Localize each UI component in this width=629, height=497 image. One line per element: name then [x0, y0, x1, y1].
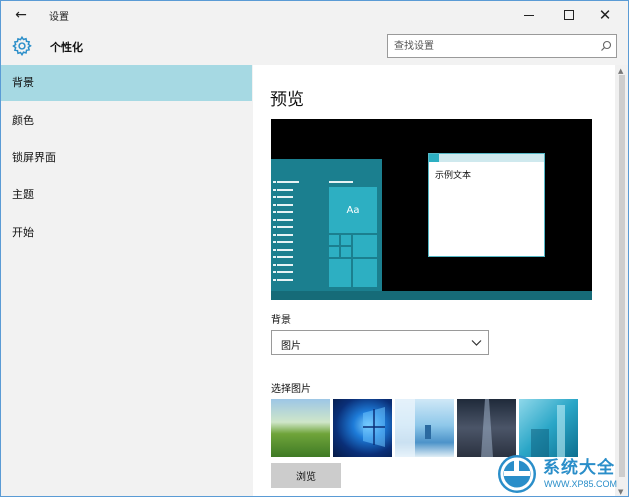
- picture-thumbnail-underwater[interactable]: [519, 399, 578, 457]
- picture-thumbnail-sky[interactable]: [395, 399, 454, 457]
- section-title: 预览: [270, 90, 304, 110]
- browse-button[interactable]: 浏览: [271, 463, 341, 488]
- title-bar: ← 设置 ✕: [1, 1, 628, 29]
- search-box[interactable]: [387, 34, 617, 58]
- sidebar-item-background[interactable]: 背景: [1, 65, 252, 101]
- preview-menu-bullets: [273, 181, 276, 287]
- sidebar-item-lock-screen[interactable]: 锁屏界面: [1, 140, 252, 176]
- sidebar-item-label: 颜色: [12, 114, 34, 127]
- chevron-down-icon: [471, 340, 482, 346]
- picture-thumbnails: [271, 399, 581, 457]
- choose-picture-label: 选择图片: [271, 384, 311, 395]
- background-label: 背景: [271, 315, 291, 326]
- sidebar-item-label: 背景: [12, 76, 34, 89]
- preview-tile-large: Aa: [329, 187, 377, 233]
- preview-tile-grid: [329, 235, 377, 287]
- settings-window: ← 设置 ✕ 个性化 背景: [0, 0, 629, 497]
- sidebar-item-label: 主题: [12, 188, 34, 201]
- scroll-thumb[interactable]: [619, 75, 625, 477]
- sidebar-item-label: 开始: [12, 226, 34, 239]
- preview-menu-lines: [277, 181, 299, 286]
- back-button[interactable]: ←: [7, 3, 35, 27]
- picture-thumbnail-light-beam[interactable]: [457, 399, 516, 457]
- gear-icon: [12, 35, 32, 57]
- watermark-title: 系统大全: [543, 458, 615, 478]
- search-input[interactable]: [394, 37, 594, 55]
- window-title: 设置: [49, 12, 69, 23]
- background-type-select[interactable]: 图片: [271, 330, 489, 355]
- close-button[interactable]: ✕: [588, 1, 622, 29]
- preview-sample-window: 示例文本: [428, 153, 545, 257]
- preview-start-menu: Aa: [271, 159, 382, 300]
- picture-thumbnail-windows[interactable]: [333, 399, 392, 457]
- picture-thumbnail-landscape[interactable]: [271, 399, 330, 457]
- content-scrollbar[interactable]: ▲ ▼: [615, 65, 628, 496]
- maximize-button[interactable]: [552, 1, 586, 29]
- site-watermark: 系统大全 WWW.XP85.COM: [492, 451, 628, 496]
- preview-taskbar: [271, 291, 592, 300]
- sidebar-item-themes[interactable]: 主题: [1, 177, 252, 213]
- minimize-icon: [524, 14, 534, 16]
- scroll-up-arrow-icon[interactable]: ▲: [618, 67, 623, 75]
- page-title: 个性化: [50, 41, 83, 54]
- watermark-url: WWW.XP85.COM: [544, 479, 618, 489]
- page-header: 个性化: [1, 29, 628, 65]
- sample-window-text: 示例文本: [435, 171, 472, 181]
- preview-tile-header: [329, 181, 353, 183]
- sidebar-item-start[interactable]: 开始: [1, 215, 252, 251]
- close-icon: ✕: [598, 5, 612, 24]
- minimize-button[interactable]: [512, 1, 546, 29]
- sidebar-item-label: 锁屏界面: [12, 151, 56, 164]
- maximize-icon: [564, 10, 574, 20]
- sidebar: 背景 颜色 锁屏界面 主题 开始: [1, 65, 253, 496]
- select-value: 图片: [281, 341, 301, 352]
- sidebar-item-colors[interactable]: 颜色: [1, 103, 252, 139]
- watermark-logo-icon: [498, 455, 536, 493]
- main-content: 预览 Aa 示例文本 背景 图片 选择图片 浏览: [253, 65, 615, 496]
- search-icon[interactable]: [600, 40, 612, 52]
- preview-pane: Aa 示例文本: [271, 119, 592, 300]
- back-arrow-icon: ←: [15, 7, 27, 23]
